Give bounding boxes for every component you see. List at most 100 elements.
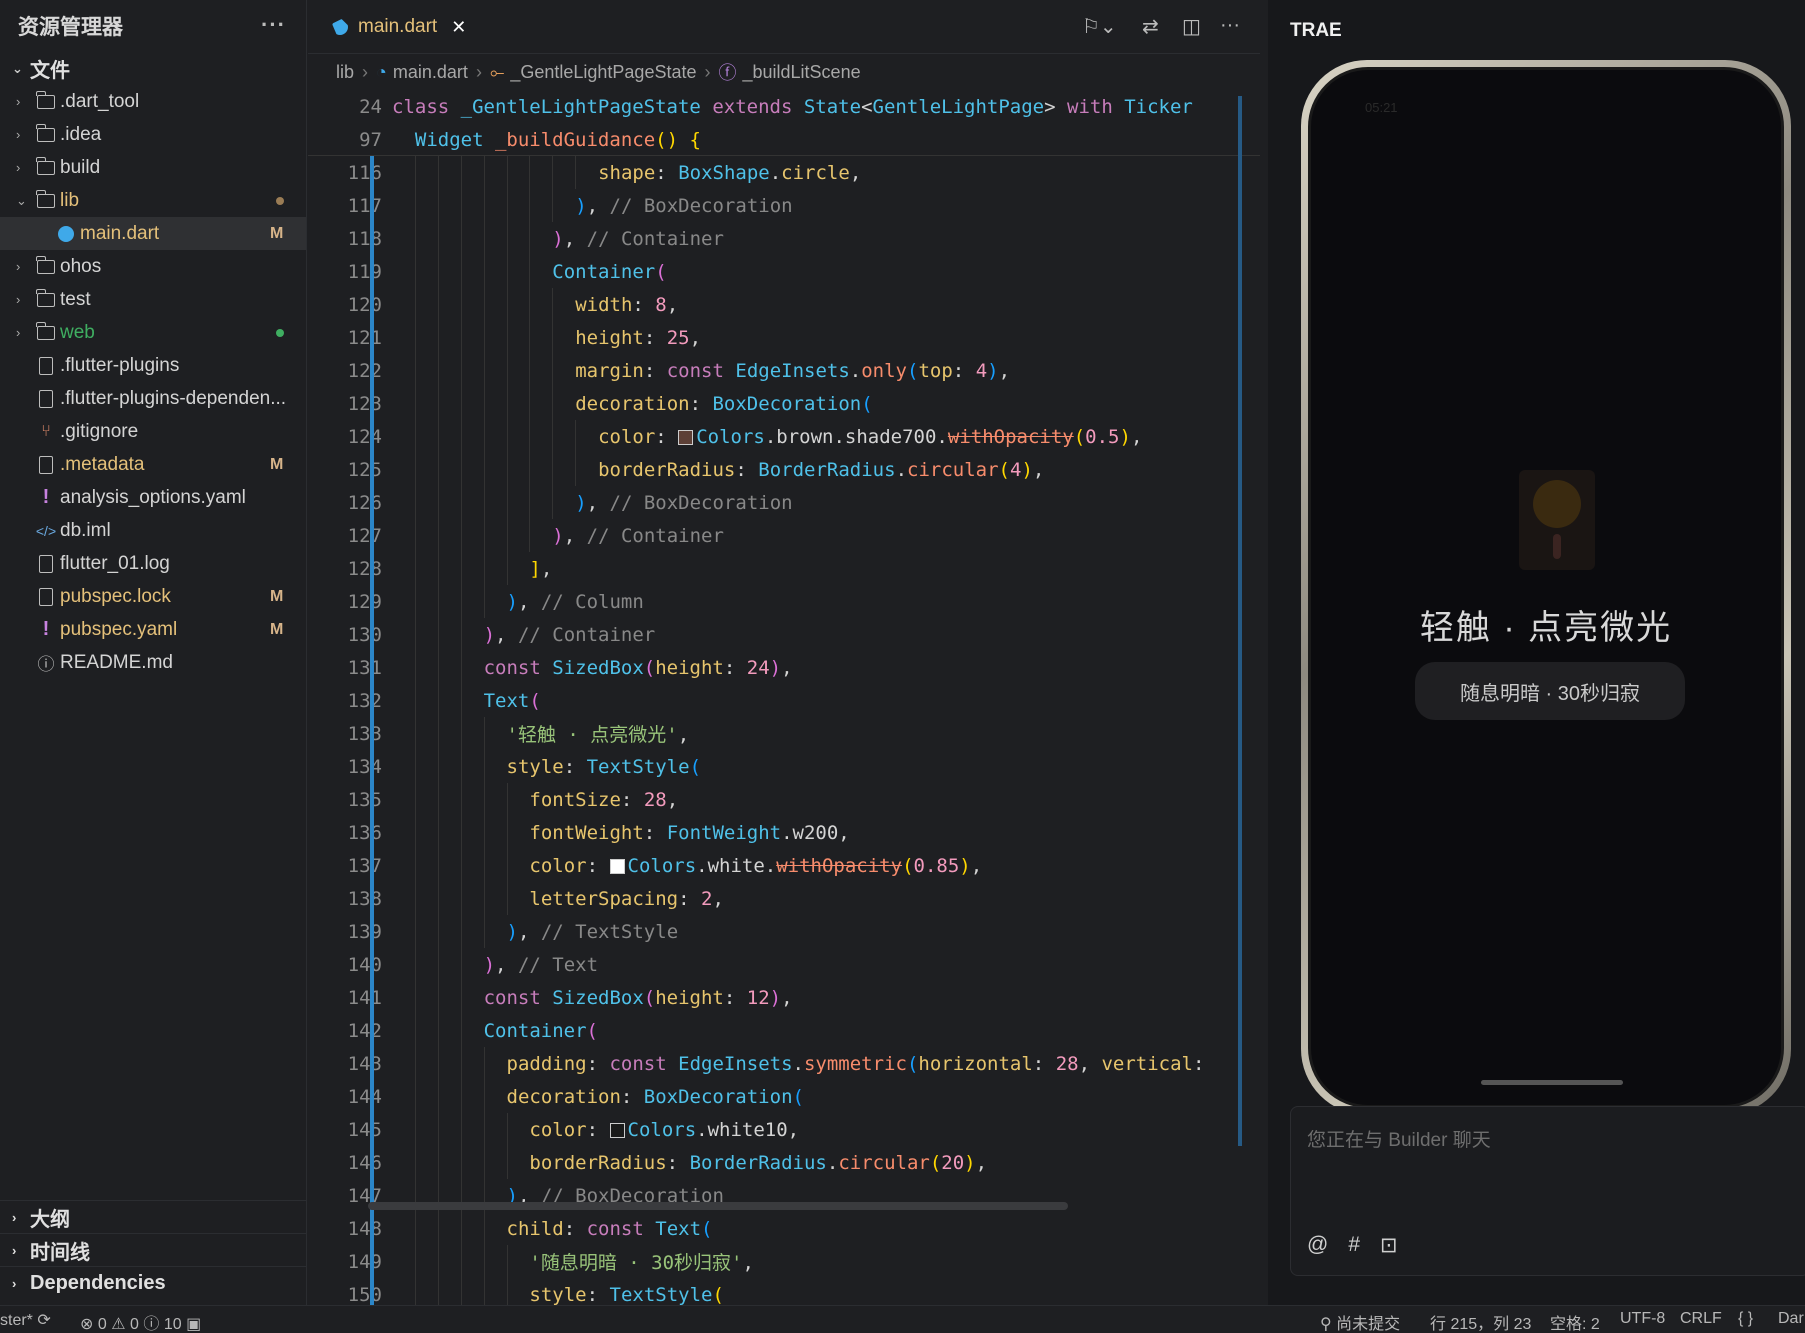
tree-item-web[interactable]: › web	[0, 316, 306, 349]
mention-icon[interactable]: @	[1307, 1233, 1328, 1258]
tree-item-flutter-plugins[interactable]: .flutter-plugins	[0, 349, 306, 382]
outline-section[interactable]: › 大纲	[0, 1200, 307, 1233]
folder-icon	[36, 156, 56, 177]
tree-item-flutter-01-log[interactable]: flutter_01.log	[0, 547, 306, 580]
code-line[interactable]: 126), // BoxDecoration	[308, 486, 1260, 519]
language-mode[interactable]: Dar	[1778, 1310, 1804, 1328]
git-modified-gutter[interactable]	[370, 156, 374, 1305]
chat-input[interactable]: 您正在与 Builder 聊天 @ # ⊡	[1290, 1106, 1805, 1276]
code-line[interactable]: 123 decoration: BoxDecoration(	[308, 387, 1260, 420]
run-debug-icon[interactable]: ⚐⌄	[1082, 14, 1117, 39]
lamp-icon[interactable]	[1519, 470, 1595, 570]
code-line[interactable]: 122 margin: const EdgeInsets.only(top: 4)…	[308, 354, 1260, 387]
tree-item-main-dart[interactable]: main.dart M	[0, 217, 306, 250]
encoding[interactable]: UTF-8	[1620, 1310, 1665, 1328]
tree-item-pubspec-lock[interactable]: pubspec.lock M	[0, 580, 306, 613]
breadcrumb-item[interactable]: lib	[336, 62, 354, 83]
tree-item-gitignore[interactable]: ⑂ .gitignore	[0, 415, 306, 448]
code-line[interactable]: 145 color: Colors.white10,	[308, 1113, 1260, 1146]
branch-indicator[interactable]: ster* ⟳	[0, 1310, 51, 1330]
indent-setting[interactable]: 空格: 2	[1550, 1310, 1600, 1333]
tree-item-metadata[interactable]: .metadata M	[0, 448, 306, 481]
indent-guide	[506, 1146, 508, 1179]
code-line[interactable]: 138 letterSpacing: 2,	[308, 882, 1260, 915]
tree-item-build[interactable]: › build	[0, 151, 306, 184]
cursor-position[interactable]: 行 215，列 23	[1430, 1310, 1531, 1333]
code-line[interactable]: 130), // Container	[308, 618, 1260, 651]
indent-guide	[483, 849, 485, 882]
hashtag-icon[interactable]: #	[1348, 1233, 1360, 1258]
indent-guide	[483, 783, 485, 816]
code-line[interactable]: 144 decoration: BoxDecoration(	[308, 1080, 1260, 1113]
indent-guide	[437, 321, 439, 354]
code-line[interactable]: 129), // Column	[308, 585, 1260, 618]
close-icon[interactable]: ✕	[451, 17, 466, 38]
dependencies-section[interactable]: › Dependencies	[0, 1266, 307, 1299]
class-symbol-icon: ⟜	[489, 61, 505, 82]
split-editor-icon[interactable]: ◫	[1182, 14, 1201, 39]
code-line[interactable]: 124 color: Colors.brown.shade700.withOpac…	[308, 420, 1260, 453]
code-line[interactable]: 150 style: TextStyle(	[308, 1278, 1260, 1305]
more-actions-icon[interactable]: ···	[261, 12, 286, 38]
timeline-section[interactable]: › 时间线	[0, 1233, 307, 1266]
indent-guide	[506, 222, 508, 255]
tree-item-flutter-plugins-dependen[interactable]: .flutter-plugins-dependen...	[0, 382, 306, 415]
horizontal-scrollbar[interactable]	[368, 1202, 1068, 1210]
code-line[interactable]: 128],	[308, 552, 1260, 585]
tree-item-ohos[interactable]: › ohos	[0, 250, 306, 283]
sticky-scroll-line[interactable]: 24 class _GentleLightPageState extends St…	[308, 90, 1260, 123]
file-icon	[36, 389, 56, 408]
image-icon[interactable]: ⊡	[1380, 1233, 1398, 1258]
code-line[interactable]: 140), // Text	[308, 948, 1260, 981]
code-line[interactable]: 132 Text(	[308, 684, 1260, 717]
code-line[interactable]: 139), // TextStyle	[308, 915, 1260, 948]
code-line[interactable]: 137 color: Colors.white.withOpacity(0.85)…	[308, 849, 1260, 882]
tree-item-pubspec-yaml[interactable]: ! pubspec.yaml M	[0, 613, 306, 646]
code-line[interactable]: 117), // BoxDecoration	[308, 189, 1260, 222]
tab-main-dart[interactable]: main.dart ✕	[318, 8, 480, 46]
language-braces[interactable]: { }	[1738, 1310, 1753, 1328]
tree-item-readme-md[interactable]: ⓘ README.md	[0, 646, 306, 679]
code-line[interactable]: 143 padding: const EdgeInsets.symmetric(h…	[308, 1047, 1260, 1080]
code-line[interactable]: 146 borderRadius: BorderRadius.circular(2…	[308, 1146, 1260, 1179]
code-line[interactable]: 120 width: 8,	[308, 288, 1260, 321]
code-line[interactable]: 141 const SizedBox(height: 12),	[308, 981, 1260, 1014]
more-actions-icon[interactable]: ···	[1220, 14, 1240, 37]
tree-item-test[interactable]: › test	[0, 283, 306, 316]
code-area[interactable]: 24 class _GentleLightPageState extends St…	[308, 90, 1260, 1305]
tree-item-lib[interactable]: ⌄ lib	[0, 184, 306, 217]
code-line[interactable]: 149 '随息明暗 · 30秒归寂',	[308, 1245, 1260, 1278]
breadcrumb-item[interactable]: _GentleLightPageState	[510, 62, 696, 83]
code-line[interactable]: 131 const SizedBox(height: 24),	[308, 651, 1260, 684]
files-section-header[interactable]: ⌄ 文件	[0, 52, 306, 85]
code-line[interactable]: 142 Container(	[308, 1014, 1260, 1047]
code-line[interactable]: 119 Container(	[308, 255, 1260, 288]
indent-guide	[460, 552, 462, 585]
tree-item-db-iml[interactable]: </> db.iml	[0, 514, 306, 547]
tree-item-analysis-options-yaml[interactable]: ! analysis_options.yaml	[0, 481, 306, 514]
problems-indicator[interactable]: ⊗ 0 ⚠ 0 ⓘ 10 ▣	[80, 1310, 201, 1333]
commit-status[interactable]: ⚲ 尚未提交	[1320, 1310, 1400, 1333]
tree-item-idea[interactable]: › .idea	[0, 118, 306, 151]
code-line[interactable]: 133 '轻触 · 点亮微光',	[308, 717, 1260, 750]
phone-screen[interactable]: 05:21 轻触 · 点亮微光 随息明暗 · 30秒归寂	[1308, 67, 1784, 1108]
code-line[interactable]: 135 fontSize: 28,	[308, 783, 1260, 816]
tree-item-dart-tool[interactable]: › .dart_tool	[0, 85, 306, 118]
code-line[interactable]: 121 height: 25,	[308, 321, 1260, 354]
tree-item-label: .flutter-plugins	[60, 354, 180, 376]
indent-guide	[575, 453, 577, 486]
breadcrumb-item[interactable]: _buildLitScene	[743, 62, 861, 83]
code-line[interactable]: 118), // Container	[308, 222, 1260, 255]
code-line[interactable]: 116 shape: BoxShape.circle,	[308, 156, 1260, 189]
code-line[interactable]: 125 borderRadius: BorderRadius.circular(4…	[308, 453, 1260, 486]
code-line[interactable]: 148 child: const Text(	[308, 1212, 1260, 1245]
code-line[interactable]: 134 style: TextStyle(	[308, 750, 1260, 783]
sticky-scroll-line[interactable]: 97 Widget _buildGuidance() {	[308, 123, 1260, 156]
minimap[interactable]	[1238, 96, 1242, 1146]
line-ending[interactable]: CRLF	[1680, 1310, 1722, 1328]
code-line[interactable]: 127), // Container	[308, 519, 1260, 552]
compare-changes-icon[interactable]: ⇄	[1142, 14, 1159, 39]
indent-guide	[483, 585, 485, 618]
code-line[interactable]: 136 fontWeight: FontWeight.w200,	[308, 816, 1260, 849]
breadcrumb-item[interactable]: main.dart	[393, 62, 468, 83]
